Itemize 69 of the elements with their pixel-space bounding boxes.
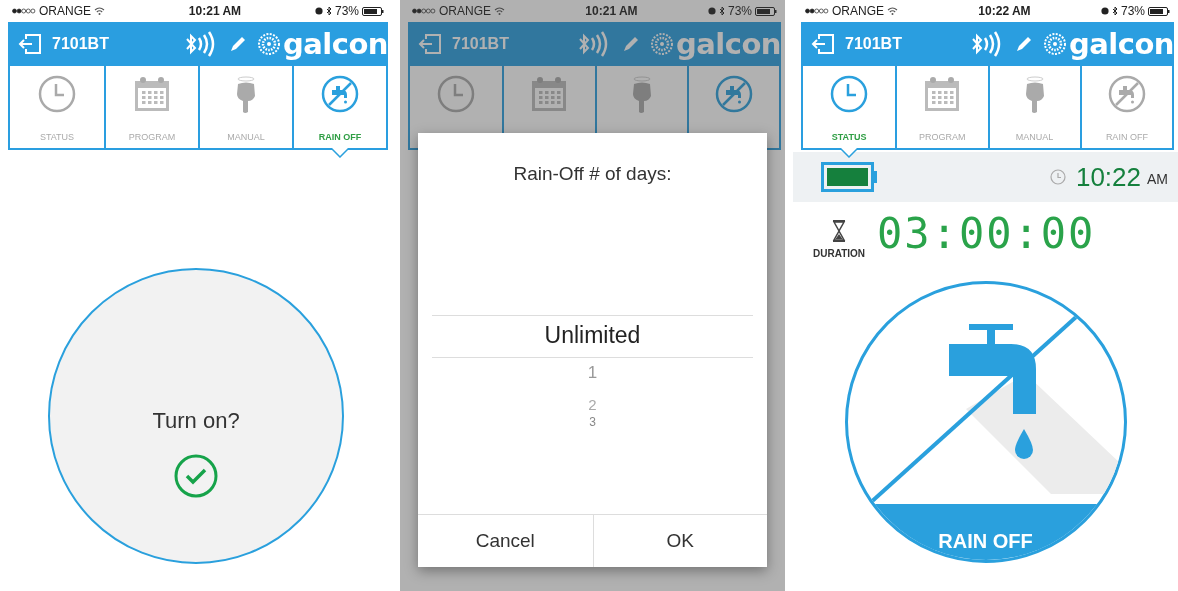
alarm-icon [1100, 7, 1109, 15]
picker-option[interactable]: 3 [589, 416, 596, 428]
duration-value: 03:00:00 [877, 209, 1096, 258]
picker-option[interactable]: Unlimited [431, 315, 754, 358]
wifi-icon [494, 7, 505, 15]
device-name: 7101BT [845, 35, 902, 53]
carrier-name: ORANGE [832, 4, 884, 18]
clock-icon [436, 74, 477, 114]
picker-option[interactable]: 1 [587, 364, 598, 381]
dialog-title: Rain-Off # of days: [513, 163, 672, 185]
clock-time: 10:22 [1075, 161, 1141, 193]
bluetooth-icon [1111, 6, 1118, 16]
battery-percent: 73% [334, 4, 359, 18]
carrier-name: ORANGE [39, 4, 91, 18]
clock-period: AM [1147, 171, 1168, 187]
no-tap-icon [1106, 74, 1147, 114]
status-time: 10:22 AM [978, 4, 1031, 18]
flower-logo-icon [257, 33, 280, 55]
signal-icon [412, 8, 436, 14]
wifi-icon [94, 7, 105, 15]
dialog-button[interactable]: OK [592, 515, 767, 567]
dialog-button[interactable]: Cancel [418, 515, 593, 567]
tab[interactable]: RAIN OFF [1079, 66, 1172, 148]
picker-option[interactable]: 2 [588, 397, 597, 412]
battery-percent: 73% [727, 4, 752, 18]
tab[interactable]: STATUS [803, 66, 896, 148]
exit-icon[interactable] [811, 33, 835, 55]
tab[interactable]: MANUAL [198, 66, 292, 148]
brand-logo: galcon [1068, 29, 1174, 59]
signal-icon [12, 8, 36, 14]
battery-full-icon [821, 162, 879, 192]
checkmark-icon[interactable] [174, 454, 218, 498]
tab[interactable]: STATUS [10, 66, 104, 148]
clock-icon [37, 74, 77, 114]
device-name: 7101BT [52, 35, 109, 53]
device-name: 7101BT [452, 35, 509, 53]
tab[interactable]: RAIN OFF [292, 66, 386, 148]
battery-icon [362, 6, 384, 16]
exit-icon[interactable] [418, 33, 442, 55]
confirm-circle[interactable]: Turn on? [48, 268, 344, 564]
bluetooth-icon [718, 6, 725, 16]
prompt-text: Turn on? [152, 408, 240, 434]
calendar-icon [132, 74, 172, 114]
signal-icon [805, 8, 829, 14]
flower-logo-icon [650, 33, 673, 55]
no-tap-icon [713, 74, 754, 114]
hourglass-icon [832, 220, 846, 242]
no-tap-icon [320, 74, 360, 114]
tab[interactable]: MANUAL [987, 66, 1080, 148]
brand-logo: galcon [675, 29, 781, 59]
brand-logo: galcon [282, 29, 388, 59]
battery-percent: 73% [1120, 4, 1145, 18]
bluetooth-icon [325, 6, 332, 16]
battery-icon [755, 6, 777, 16]
exit-icon[interactable] [18, 33, 42, 55]
rain-off-button[interactable]: RAIN OFF [844, 281, 1127, 563]
alarm-icon [314, 7, 323, 15]
tab[interactable]: PROGRAM [895, 66, 988, 148]
clock-icon [1049, 169, 1066, 185]
status-time: 10:21 AM [188, 4, 242, 18]
status-time: 10:21 AM [585, 4, 638, 18]
flower-logo-icon [1043, 33, 1066, 55]
carrier-name: ORANGE [439, 4, 491, 18]
duration-label: DURATION [813, 248, 866, 259]
clock-icon [829, 74, 870, 114]
tab[interactable]: PROGRAM [104, 66, 198, 148]
battery-icon [1148, 6, 1170, 16]
alarm-icon [707, 7, 716, 15]
wifi-icon [887, 7, 898, 15]
